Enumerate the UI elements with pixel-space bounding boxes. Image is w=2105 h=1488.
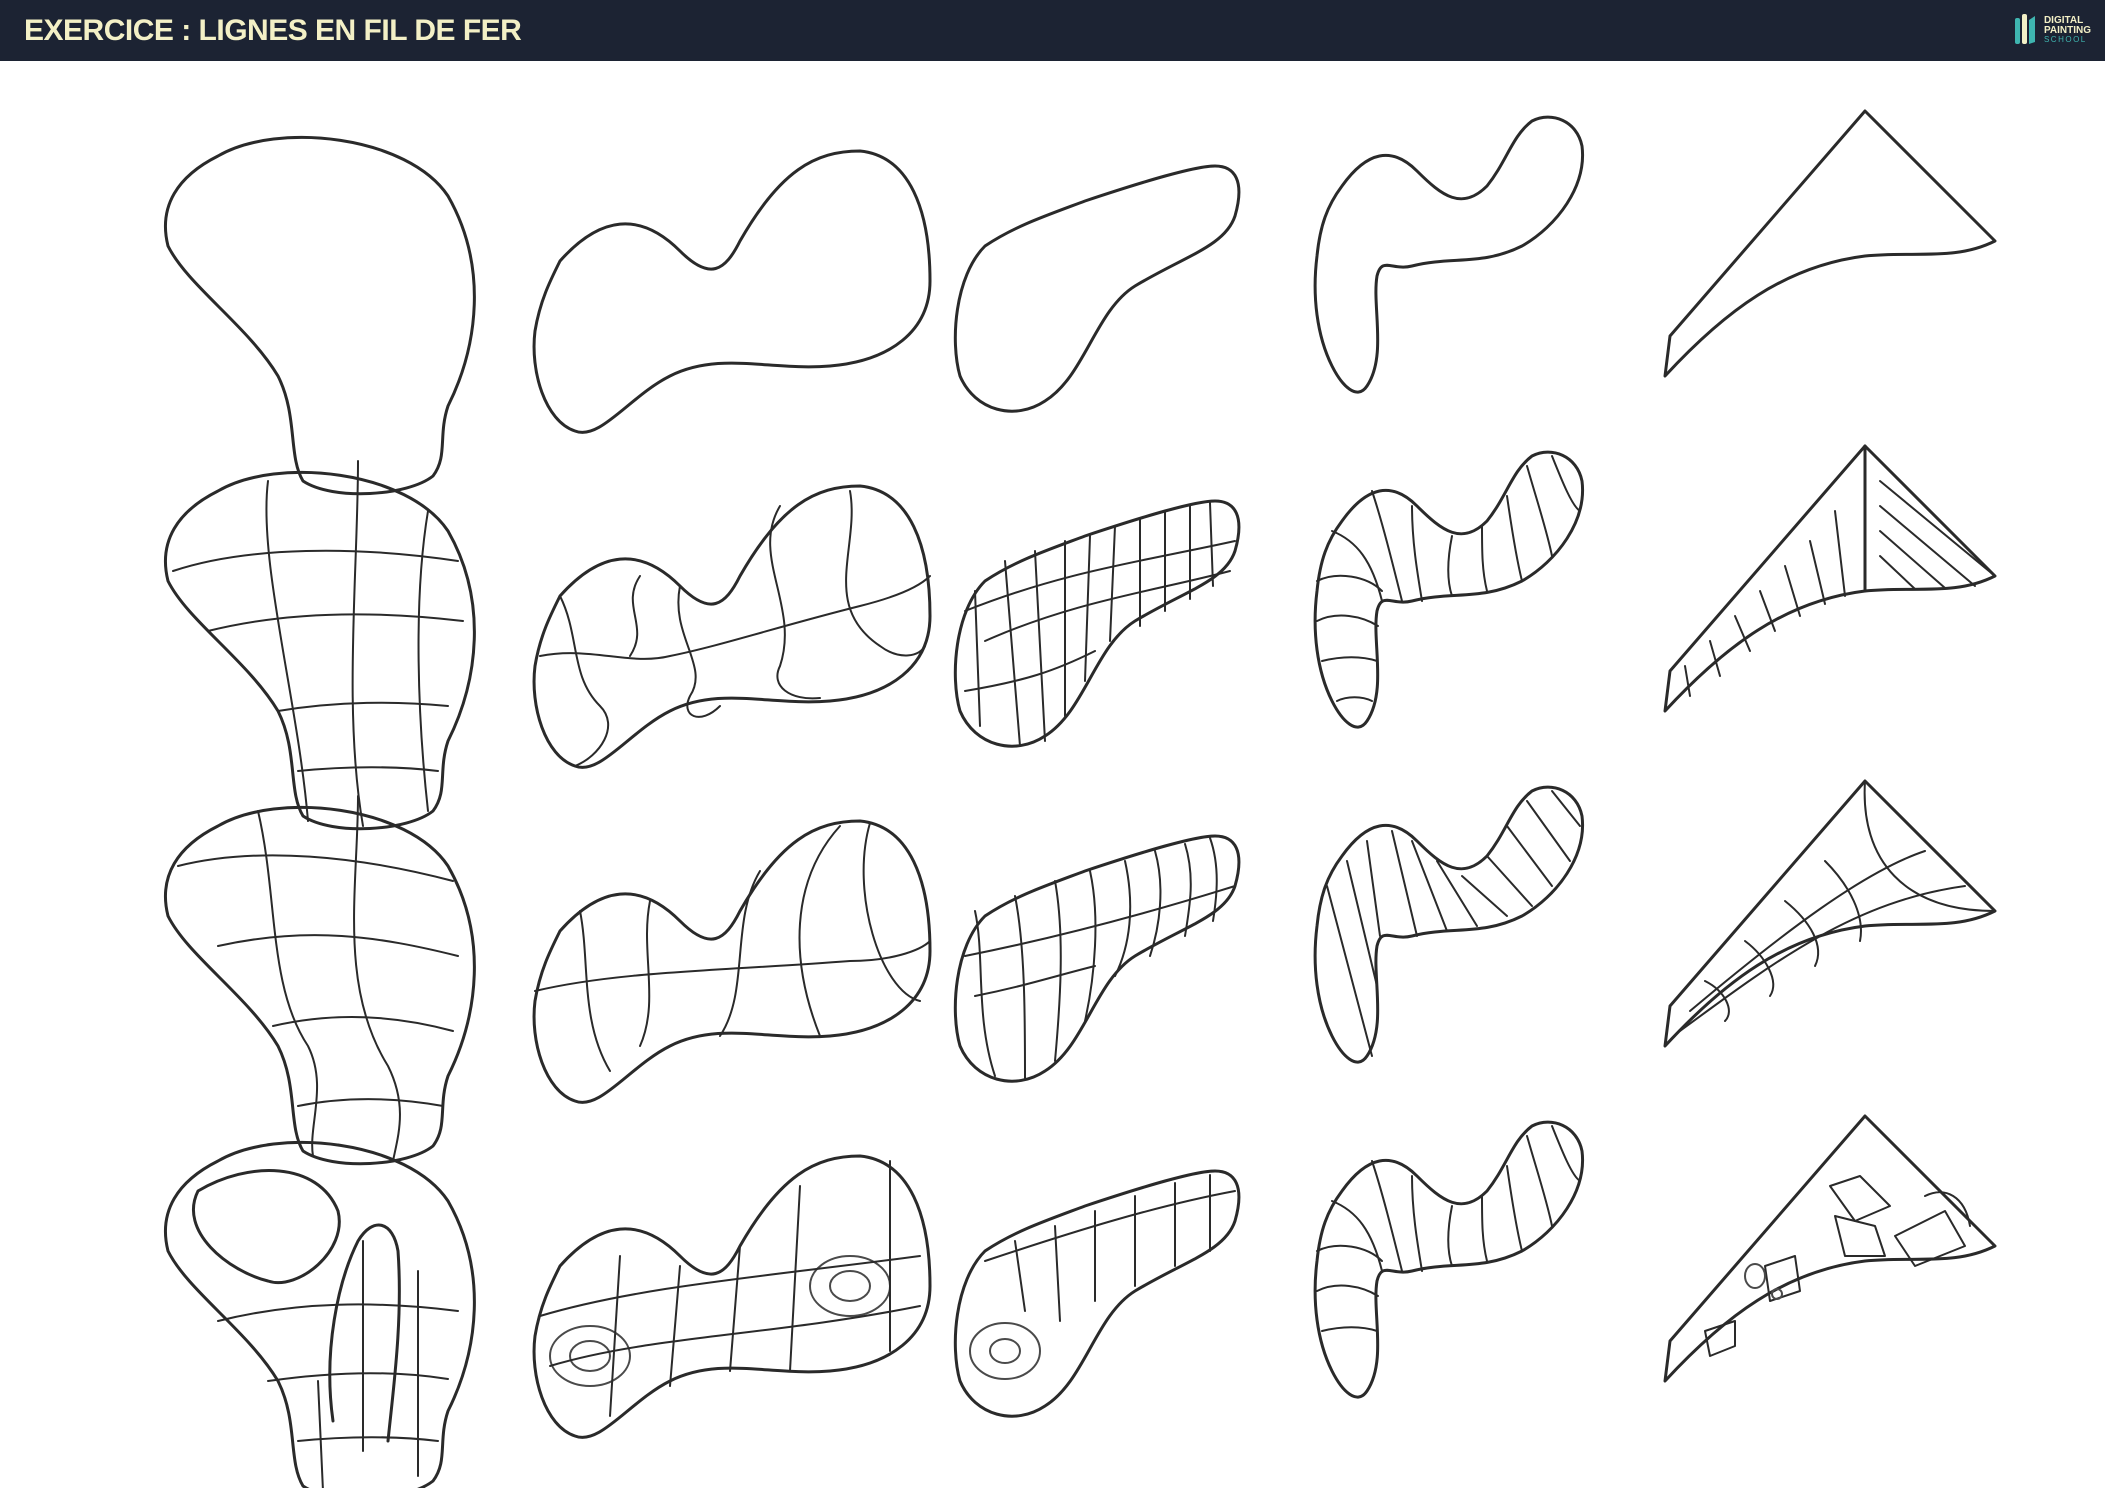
logo-text: DIGITAL PAINTING SCHOOL bbox=[2044, 16, 2091, 44]
row-wireframe-a bbox=[164, 444, 1996, 830]
wire-blob-4 bbox=[1314, 451, 1584, 728]
wire-wedge-5 bbox=[1664, 444, 1996, 712]
wire-blob-1 bbox=[164, 460, 475, 830]
header-bar: EXERCICE : LIGNES EN FIL DE FER DIGITAL … bbox=[0, 0, 2105, 61]
outline-blob-4 bbox=[1314, 116, 1584, 393]
outline-blob-2 bbox=[533, 150, 931, 433]
wire-blob-3 bbox=[954, 835, 1240, 1082]
wire-blob-2 bbox=[533, 1155, 931, 1438]
outline-blob-3 bbox=[954, 165, 1240, 412]
logo-line-3: SCHOOL bbox=[2043, 35, 2087, 44]
exercise-sheet bbox=[164, 110, 1996, 1488]
row-wireframe-c bbox=[164, 1115, 1996, 1488]
wire-blob-4 bbox=[1314, 1121, 1584, 1398]
wire-blob-4 bbox=[1314, 786, 1584, 1063]
wire-blob-2 bbox=[533, 485, 931, 768]
wire-blob-1 bbox=[164, 795, 475, 1165]
logo: DIGITAL PAINTING SCHOOL bbox=[2012, 10, 2091, 50]
wire-wedge-5 bbox=[1664, 780, 1996, 1047]
wire-blob-1 bbox=[164, 1141, 475, 1488]
outline-wedge-5 bbox=[1664, 110, 1996, 377]
wire-blob-2 bbox=[533, 820, 931, 1103]
row-wireframe-b bbox=[164, 780, 1996, 1165]
page-title: EXERCICE : LIGNES EN FIL DE FER bbox=[24, 14, 522, 47]
row-outlines bbox=[164, 110, 1996, 495]
wire-blob-3 bbox=[954, 1170, 1240, 1417]
wire-wedge-5 bbox=[1664, 1115, 1996, 1382]
brush-logo-icon bbox=[2014, 14, 2035, 44]
outline-blob-1 bbox=[164, 136, 475, 495]
wire-blob-3 bbox=[954, 500, 1240, 747]
